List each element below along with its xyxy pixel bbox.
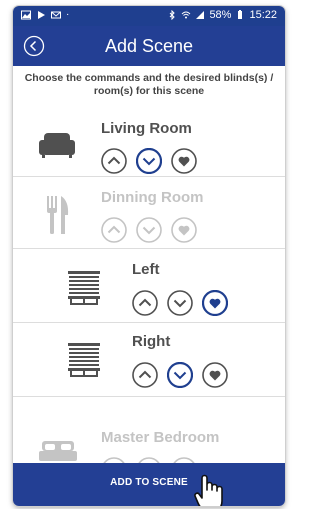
- gallery-icon: [21, 10, 31, 19]
- wifi-icon: [182, 11, 191, 19]
- favorite-button-icon[interactable]: [171, 148, 197, 174]
- sofa-icon: [39, 133, 75, 158]
- scene-row-living-room: Living Room: [13, 106, 285, 176]
- favorite-button-icon[interactable]: [171, 217, 197, 243]
- up-button-icon[interactable]: [132, 290, 158, 316]
- play-icon: [38, 10, 45, 19]
- scene-row-left: Left: [13, 248, 285, 323]
- instructions-text: Choose the commands and the desired blin…: [24, 72, 274, 97]
- favorite-button-icon[interactable]: [202, 362, 228, 388]
- status-right-icons: 58% 15:22: [167, 9, 277, 21]
- command-buttons: [132, 290, 228, 316]
- add-to-scene-label: ADD TO SCENE: [110, 477, 188, 488]
- blind-icon: [68, 343, 100, 377]
- bluetooth-icon: [170, 10, 176, 20]
- command-buttons: [132, 362, 228, 388]
- favorite-button-icon[interactable]: [202, 290, 228, 316]
- bed-icon: [39, 441, 77, 461]
- scene-row-master-bedroom: Master Bedroom: [13, 396, 285, 483]
- mail-icon: [51, 11, 61, 18]
- scene-row-dinning-room: Dinning Room: [13, 176, 285, 249]
- up-button-icon[interactable]: [101, 148, 127, 174]
- up-button-icon[interactable]: [101, 217, 127, 243]
- clock: 15:22: [249, 9, 277, 21]
- row-name-living-room: Living Room: [101, 120, 192, 137]
- app-header: Add Scene: [13, 26, 285, 66]
- down-button-icon[interactable]: [136, 148, 162, 174]
- row-name-left: Left: [132, 261, 160, 278]
- battery-percent: 58%: [209, 9, 232, 21]
- phone-screen: · 58% 15:22 Add Scene Choose the command…: [13, 6, 285, 506]
- down-button-icon[interactable]: [167, 362, 193, 388]
- blind-icon: [68, 271, 100, 305]
- battery-icon: [238, 10, 243, 19]
- pointer-hand-icon: [194, 474, 223, 506]
- add-to-scene-button[interactable]: ADD TO SCENE: [13, 463, 285, 506]
- page-title: Add Scene: [104, 36, 194, 56]
- row-name-right: Right: [132, 333, 171, 350]
- row-name-master-bedroom: Master Bedroom: [101, 429, 220, 446]
- down-button-icon[interactable]: [136, 217, 162, 243]
- status-bar: · 58% 15:22: [13, 6, 285, 26]
- scene-row-right: Right: [13, 322, 285, 397]
- signal-icon: [196, 11, 205, 19]
- row-name-dinning-room: Dinning Room: [101, 189, 204, 206]
- fork-knife-icon: [47, 196, 69, 234]
- command-buttons: [101, 148, 197, 174]
- up-button-icon[interactable]: [132, 362, 158, 388]
- command-buttons: [101, 217, 197, 243]
- dot-icon: ·: [66, 9, 70, 20]
- down-button-icon[interactable]: [167, 290, 193, 316]
- status-left-icons: ·: [21, 9, 69, 20]
